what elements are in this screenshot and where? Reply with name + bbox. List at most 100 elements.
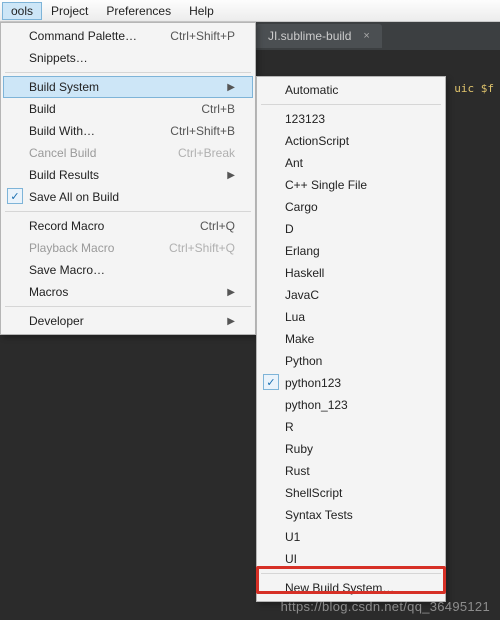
build-submenu-item[interactable]: python_123 [259,394,443,416]
check-icon: ✓ [263,374,279,390]
menu-item-label: Python [285,354,322,368]
menubar-project[interactable]: Project [42,2,97,20]
menu-item-label: Haskell [285,266,324,280]
menu-item-label: U1 [285,530,300,544]
build-submenu-item[interactable]: Erlang [259,240,443,262]
check-icon: ✓ [7,188,23,204]
tools-menu-item[interactable]: Macros ▶ [3,281,253,303]
menu-item-label: D [285,222,294,236]
menu-item-label: Build Results [29,168,99,182]
menu-separator [5,211,251,212]
menu-item-label: Snippets… [29,51,88,65]
menubar-help[interactable]: Help [180,2,223,20]
menu-shortcut: Ctrl+Shift+P [170,29,235,43]
menu-item-label: Erlang [285,244,320,258]
build-submenu-item[interactable]: Lua [259,306,443,328]
menu-item-label: Cancel Build [29,146,96,160]
menu-item-label: 123123 [285,112,325,126]
build-submenu-item[interactable]: Ant [259,152,443,174]
tools-menu-item: Cancel Build Ctrl+Break [3,142,253,164]
tools-menu-item[interactable]: Snippets… [3,47,253,69]
build-submenu-item[interactable]: Ruby [259,438,443,460]
menu-separator [5,306,251,307]
tools-menu-item: Playback Macro Ctrl+Shift+Q [3,237,253,259]
menu-shortcut: Ctrl+B [201,102,235,116]
tools-menu-item[interactable]: Save Macro… [3,259,253,281]
menubar-preferences[interactable]: Preferences [97,2,180,20]
tools-menu-item[interactable]: Record Macro Ctrl+Q [3,215,253,237]
tools-menu-item[interactable]: Build Results ▶ [3,164,253,186]
menu-item-label: Ruby [285,442,313,456]
menu-item-label: Record Macro [29,219,104,233]
build-submenu-item[interactable]: JavaC [259,284,443,306]
menu-item-label: python123 [285,376,341,390]
build-submenu-item[interactable]: D [259,218,443,240]
menu-item-label: Build [29,102,56,116]
menu-item-label: Save Macro… [29,263,105,277]
chevron-right-icon: ▶ [227,170,235,181]
menu-item-label: ShellScript [285,486,342,500]
file-tab[interactable]: JI.sublime-build × [256,24,382,48]
build-submenu-item[interactable]: New Build System… [259,577,443,599]
chevron-right-icon: ▶ [227,316,235,327]
menu-item-label: Save All on Build [29,190,119,204]
close-icon[interactable]: × [363,30,369,42]
menu-item-label: JavaC [285,288,319,302]
chevron-right-icon: ▶ [227,287,235,298]
tools-menu-item[interactable]: Command Palette… Ctrl+Shift+P [3,25,253,47]
build-submenu-item[interactable]: ✓ python123 [259,372,443,394]
build-submenu-item[interactable]: R [259,416,443,438]
menu-separator [261,573,441,574]
build-submenu-item[interactable]: Rust [259,460,443,482]
menu-item-label: Cargo [285,200,318,214]
build-submenu-item[interactable]: Haskell [259,262,443,284]
tab-title: JI.sublime-build [268,29,351,43]
menu-item-label: Syntax Tests [285,508,353,522]
menu-item-label: Build With… [29,124,95,138]
menu-item-label: R [285,420,294,434]
build-submenu-item[interactable]: Syntax Tests [259,504,443,526]
menu-shortcut: Ctrl+Break [178,146,235,160]
menu-item-label: ActionScript [285,134,349,148]
tools-menu: Command Palette… Ctrl+Shift+P Snippets… Bui… [0,22,256,335]
menu-item-label: Command Palette… [29,29,137,43]
menu-item-label: Automatic [285,83,338,97]
menu-shortcut: Ctrl+Shift+Q [169,241,235,255]
tools-menu-item[interactable]: Developer ▶ [3,310,253,332]
menu-item-label: Build System [29,80,99,94]
build-submenu-item[interactable]: ShellScript [259,482,443,504]
menu-item-label: Lua [285,310,305,324]
menubar: ools Project Preferences Help [0,0,500,22]
menu-separator [261,104,441,105]
build-system-submenu: Automatic 123123 ActionScript Ant C++ Single… [256,76,446,602]
tools-menu-item[interactable]: Build System ▶ [3,76,253,98]
chevron-right-icon: ▶ [227,82,235,93]
build-submenu-item[interactable]: C++ Single File [259,174,443,196]
menubar-tools[interactable]: ools [2,2,42,20]
menu-item-label: UI [285,552,297,566]
tools-menu-item[interactable]: Build With… Ctrl+Shift+B [3,120,253,142]
tools-menu-item[interactable]: ✓ Save All on Build [3,186,253,208]
menu-item-label: Macros [29,285,68,299]
menu-item-label: Developer [29,314,84,328]
menu-item-label: python_123 [285,398,348,412]
build-submenu-item[interactable]: Automatic [259,79,443,101]
menu-separator [5,72,251,73]
watermark: https://blog.csdn.net/qq_36495121 [281,599,490,614]
build-submenu-item[interactable]: Cargo [259,196,443,218]
build-submenu-item[interactable]: Python [259,350,443,372]
editor-text: uic $f [454,82,494,95]
menu-item-label: Make [285,332,314,346]
menu-item-label: Ant [285,156,303,170]
build-submenu-item[interactable]: Make [259,328,443,350]
menu-item-label: Playback Macro [29,241,114,255]
build-submenu-item[interactable]: ActionScript [259,130,443,152]
build-submenu-item[interactable]: UI [259,548,443,570]
build-submenu-item[interactable]: 123123 [259,108,443,130]
menu-item-label: C++ Single File [285,178,367,192]
tools-menu-item[interactable]: Build Ctrl+B [3,98,253,120]
menu-shortcut: Ctrl+Q [200,219,235,233]
build-submenu-item[interactable]: U1 [259,526,443,548]
menu-shortcut: Ctrl+Shift+B [170,124,235,138]
menu-item-label: New Build System… [285,581,394,595]
